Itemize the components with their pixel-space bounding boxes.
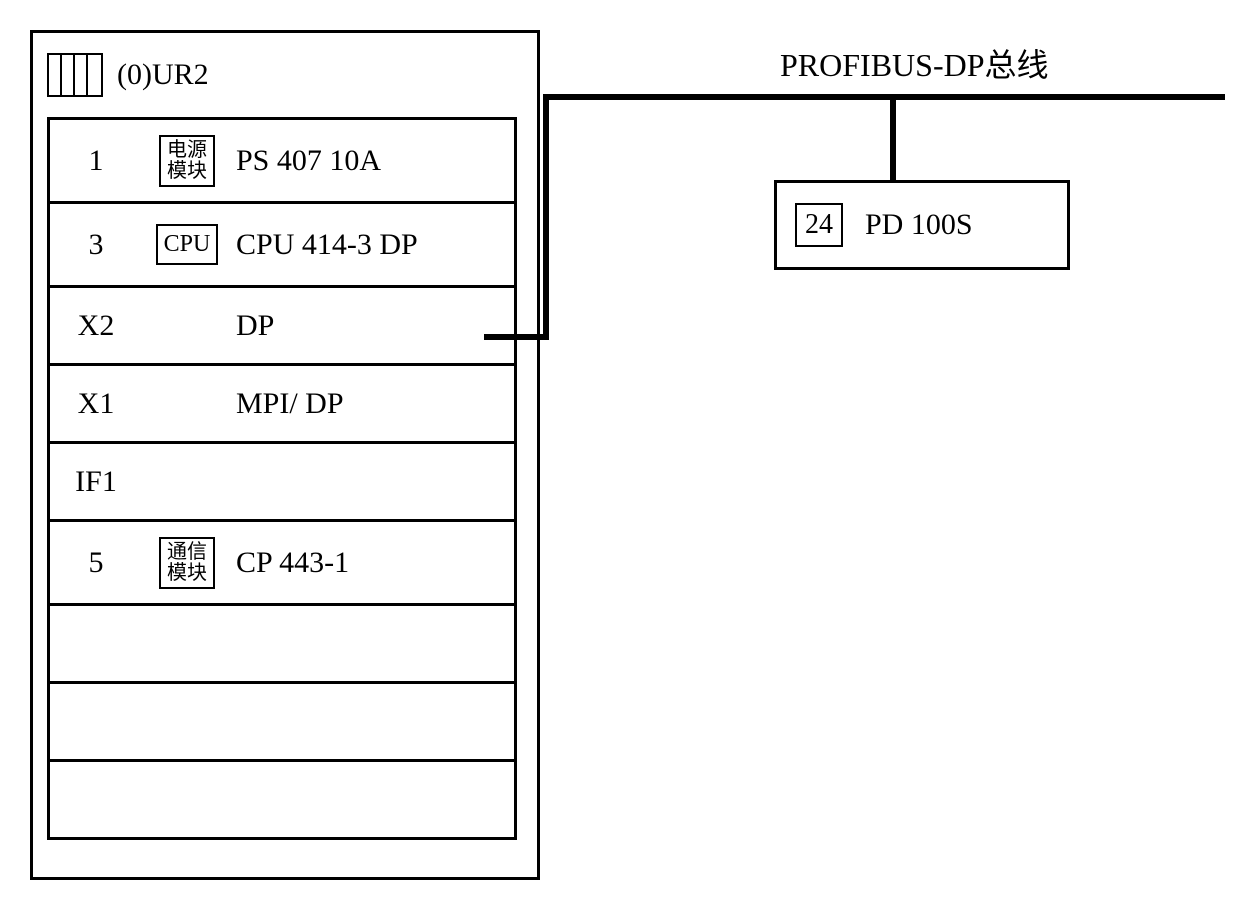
bus-horizontal-line xyxy=(543,94,1225,100)
rack-header: (0)UR2 xyxy=(47,43,523,107)
slot-desc: CPU 414-3 DP xyxy=(232,228,418,262)
slot-desc: CP 443-1 xyxy=(232,546,349,580)
slot-row xyxy=(47,684,514,762)
bus-stub-to-rack xyxy=(484,334,549,340)
dp-slave-device: 24 PD 100S xyxy=(774,180,1070,270)
rack-ur2: (0)UR2 1 电源 模块 PS 407 10A 3 CPU CPU 414-… xyxy=(30,30,540,880)
slot-desc: DP xyxy=(232,309,274,343)
bus-label: PROFIBUS-DP总线 xyxy=(780,40,1049,86)
slot-row: 5 通信 模块 CP 443-1 xyxy=(47,522,514,606)
cpu-chip: CPU xyxy=(156,224,219,265)
comm-module-chip: 通信 模块 xyxy=(159,537,215,589)
power-module-chip: 电源 模块 xyxy=(159,135,215,187)
slot-number: 3 xyxy=(50,228,142,262)
slot-row xyxy=(47,606,514,684)
slot-number: X1 xyxy=(50,387,142,421)
slot-desc: PS 407 10A xyxy=(232,144,381,178)
slot-number: 1 xyxy=(50,144,142,178)
rack-title: (0)UR2 xyxy=(117,58,209,92)
slot-row: X2 DP xyxy=(47,288,514,366)
bus-drop-to-device xyxy=(890,94,896,182)
slot-row: 3 CPU CPU 414-3 DP xyxy=(47,204,514,288)
slot-row: IF1 xyxy=(47,444,514,522)
slot-row xyxy=(47,762,514,840)
hardware-config-diagram: (0)UR2 1 电源 模块 PS 407 10A 3 CPU CPU 414-… xyxy=(20,20,1220,880)
device-name: PD 100S xyxy=(865,208,973,242)
slot-row: X1 MPI/ DP xyxy=(47,366,514,444)
slot-number: IF1 xyxy=(50,465,142,499)
slot-row: 1 电源 模块 PS 407 10A xyxy=(47,120,514,204)
rack-icon xyxy=(47,53,103,97)
bus-vertical-to-rack xyxy=(543,94,549,340)
slot-desc: MPI/ DP xyxy=(232,387,344,421)
slot-number: X2 xyxy=(50,309,142,343)
device-address: 24 xyxy=(795,203,843,247)
slot-number: 5 xyxy=(50,546,142,580)
rack-slot-table: 1 电源 模块 PS 407 10A 3 CPU CPU 414-3 DP X2… xyxy=(47,117,517,840)
